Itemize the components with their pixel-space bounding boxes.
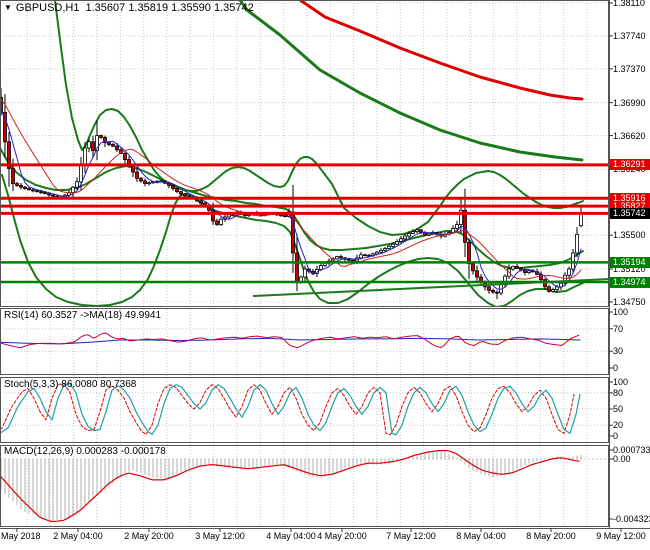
- price-tick-label: 1.36990: [613, 97, 646, 108]
- stoch-tick-label: 80: [613, 387, 624, 398]
- price-badge: 1.34974: [610, 276, 650, 288]
- chart-svg[interactable]: [0, 0, 650, 550]
- price-tick-label: 1.38110: [613, 0, 645, 8]
- time-tick-label: 8 May 04:00: [456, 531, 506, 541]
- stoch-tick-label: 50: [613, 404, 624, 414]
- price-tick-label: 1.34750: [613, 296, 646, 307]
- rsi-tick-label: 70: [613, 323, 624, 334]
- rsi-tick-label: 100: [613, 307, 629, 317]
- candles: [0, 87, 583, 300]
- rsi-tick-label: 30: [613, 346, 624, 357]
- time-tick-label: 9 May 12:00: [596, 531, 646, 541]
- rsi-tick-label: 0: [613, 363, 619, 373]
- symbol-dropdown-icon[interactable]: ▼: [4, 3, 12, 12]
- price-tick-label: 1.36620: [613, 130, 646, 141]
- price-badge: 1.35194: [610, 256, 650, 268]
- time-tick-label: 4 May 20:00: [317, 531, 367, 541]
- macd-tick-label: 0.00: [613, 454, 631, 464]
- time-tick-label: 2 May 04:00: [53, 531, 103, 541]
- price-tick-label: 1.37370: [613, 63, 646, 74]
- rsi-pane: [0, 332, 581, 349]
- time-tick-label: 8 May 20:00: [526, 531, 576, 541]
- price-badge: 1.35742: [610, 208, 650, 220]
- time-tick-label: 7 May 12:00: [386, 531, 436, 541]
- time-tick-label: 2 May 20:00: [124, 531, 174, 541]
- price-tick-label: 1.37740: [613, 30, 646, 41]
- chart-window: ▼ GBPUSD,H1 1.35607 1.35819 1.35590 1.3574…: [0, 0, 650, 550]
- time-tick-label: 3 May 12:00: [195, 531, 245, 541]
- stoch-tick-label: 0: [613, 431, 619, 441]
- price-badge: 1.36291: [610, 159, 650, 171]
- stoch-tick-label: 20: [613, 420, 624, 431]
- price-tick-label: 1.35500: [613, 230, 646, 241]
- macd-tick-label: -0.004323: [613, 514, 650, 524]
- stoch-tick-label: 100: [613, 377, 629, 387]
